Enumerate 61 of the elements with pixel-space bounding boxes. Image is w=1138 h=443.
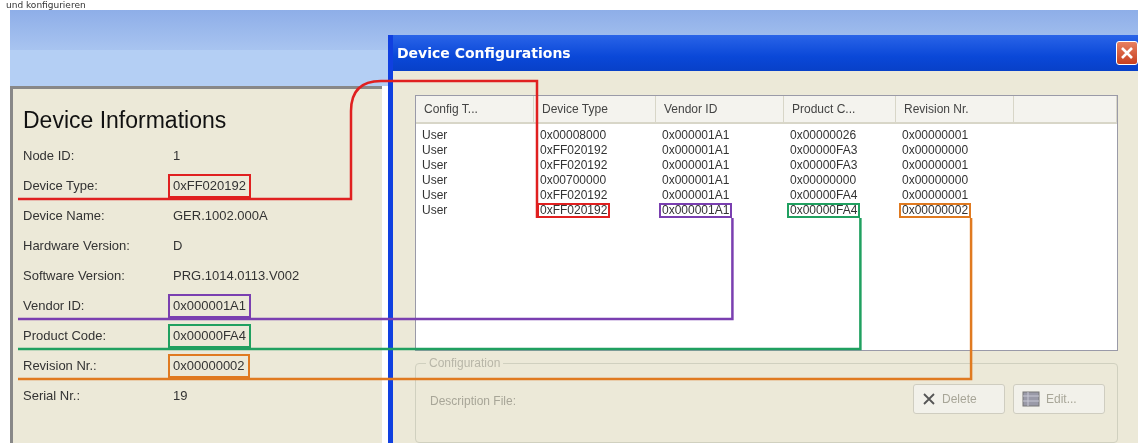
table-cell-text: 0x00008000 <box>539 128 608 143</box>
table-cell-text: 0x00000000 <box>901 143 970 158</box>
table-cell-text: 0x000001A1 <box>661 143 731 158</box>
x-icon <box>922 392 936 406</box>
highlighted-value: 0x00000002 <box>168 354 250 378</box>
panel-title: Device Informations <box>23 107 228 134</box>
field-value: 1 <box>172 147 182 165</box>
table-cell-text: 0xFF020192 <box>539 188 609 203</box>
table-cell-text: 0x000001A1 <box>661 173 731 188</box>
field-value: D <box>172 237 184 255</box>
close-icon <box>1120 46 1134 60</box>
close-button[interactable] <box>1116 41 1138 65</box>
table-cell-text: 0x00000001 <box>901 128 970 143</box>
table-cell-text: 0x00000FA3 <box>789 143 859 158</box>
highlighted-value: 0xFF020192 <box>168 174 251 198</box>
table-cell-text: 0x000001A1 <box>661 128 731 143</box>
table-cell-text: User <box>421 173 449 188</box>
table-cell-text: User <box>421 128 449 143</box>
column-header[interactable]: Config T... <box>416 96 534 122</box>
highlighted-value: 0x000001A1 <box>168 294 251 318</box>
caption-text: und konfigurieren <box>5 0 87 10</box>
table-cell-text: User <box>421 188 449 203</box>
field-label: Vendor ID: <box>23 297 86 315</box>
field-label: Description File: <box>430 393 517 408</box>
column-header[interactable]: Vendor ID <box>656 96 784 122</box>
highlighted-cell: 0xFF020192 <box>537 203 611 218</box>
grid-icon <box>1022 391 1040 407</box>
table-cell-text: 0x00000026 <box>789 128 858 143</box>
table-cell-text: 0x000001A1 <box>661 188 731 203</box>
table-cell-text: 0xFF020192 <box>539 158 609 173</box>
table-cell-text: 0xFF020192 <box>539 143 609 158</box>
table-cell-text: 0x00000000 <box>789 173 858 188</box>
column-header[interactable]: Revision Nr. <box>896 96 1014 122</box>
field-value: GER.1002.000A <box>172 207 269 225</box>
highlighted-cell: 0x00000FA4 <box>787 203 861 218</box>
table-cell-text: 0x00000FA3 <box>789 158 859 173</box>
table-cell-text: 0x00000000 <box>901 173 970 188</box>
field-label: Revision Nr.: <box>23 357 98 375</box>
field-label: Node ID: <box>23 147 76 165</box>
field-label: Serial Nr.: <box>23 387 82 405</box>
table-cell-text: 0x00000FA4 <box>789 188 859 203</box>
field-value: 19 <box>172 387 189 405</box>
dialog-title: Device Configurations <box>397 45 571 61</box>
highlighted-value: 0x00000FA4 <box>168 324 251 348</box>
highlighted-cell: 0x000001A1 <box>659 203 733 218</box>
field-label: Device Type: <box>23 177 99 195</box>
table-cell-text: 0x00700000 <box>539 173 608 188</box>
field-label: Software Version: <box>23 267 126 285</box>
field-label: Device Name: <box>23 207 106 225</box>
table-cell-text: 0x00000001 <box>901 188 970 203</box>
field-label: Product Code: <box>23 327 108 345</box>
field-value: PRG.1014.0113.V002 <box>172 267 301 285</box>
highlighted-cell: 0x00000002 <box>899 203 972 218</box>
table-cell-text: 0x000001A1 <box>661 158 731 173</box>
column-header[interactable]: Product C... <box>784 96 896 122</box>
table-cell-text: User <box>421 203 449 218</box>
table-cell-text: User <box>421 158 449 173</box>
column-header[interactable]: Device Type <box>534 96 656 122</box>
table-cell-text: 0x00000001 <box>901 158 970 173</box>
field-label: Hardware Version: <box>23 237 131 255</box>
table-cell-text: User <box>421 143 449 158</box>
